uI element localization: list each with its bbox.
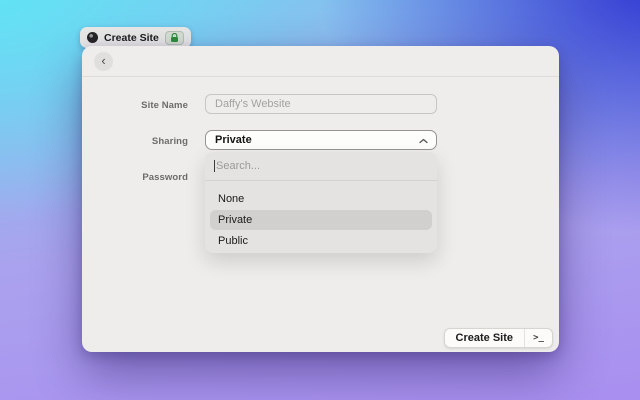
dropdown-search-row: [205, 152, 437, 181]
dropdown-option-none[interactable]: None: [210, 189, 432, 209]
sharing-select-value: Private: [215, 134, 252, 146]
chevron-up-icon: [419, 138, 428, 144]
dropdown-option-public[interactable]: Public: [210, 231, 432, 251]
password-label: Password: [142, 172, 188, 183]
sharing-dropdown-panel: None Private Public: [205, 152, 437, 253]
lock-icon: [170, 32, 178, 42]
back-chevron-icon: ‹: [101, 53, 106, 68]
terminal-button[interactable]: >_: [525, 329, 552, 347]
window-header: ‹: [82, 46, 559, 77]
site-name-input[interactable]: [205, 94, 437, 114]
dropdown-option-private[interactable]: Private: [210, 210, 432, 230]
text-cursor: [214, 160, 215, 172]
dropdown-options-list: None Private Public: [205, 181, 437, 257]
tab-title: Create Site: [104, 31, 159, 44]
sharing-select[interactable]: Private: [205, 130, 437, 150]
create-site-split-button: Create Site >_: [443, 328, 553, 348]
dropdown-search-input[interactable]: [216, 160, 428, 172]
create-site-button[interactable]: Create Site: [445, 329, 524, 347]
sharing-label: Sharing: [151, 136, 188, 147]
site-name-label: Site Name: [141, 100, 188, 111]
terminal-icon: >_: [533, 333, 544, 343]
create-site-tab[interactable]: Create Site: [80, 27, 191, 48]
create-site-window: ‹ Site Name Sharing Private Password Non…: [82, 46, 559, 352]
site-favicon-icon: [87, 32, 98, 43]
lock-badge[interactable]: [164, 30, 184, 45]
desktop-background: Create Site ‹ Site Name Sharing Private …: [0, 0, 640, 400]
back-button[interactable]: ‹: [94, 52, 113, 71]
